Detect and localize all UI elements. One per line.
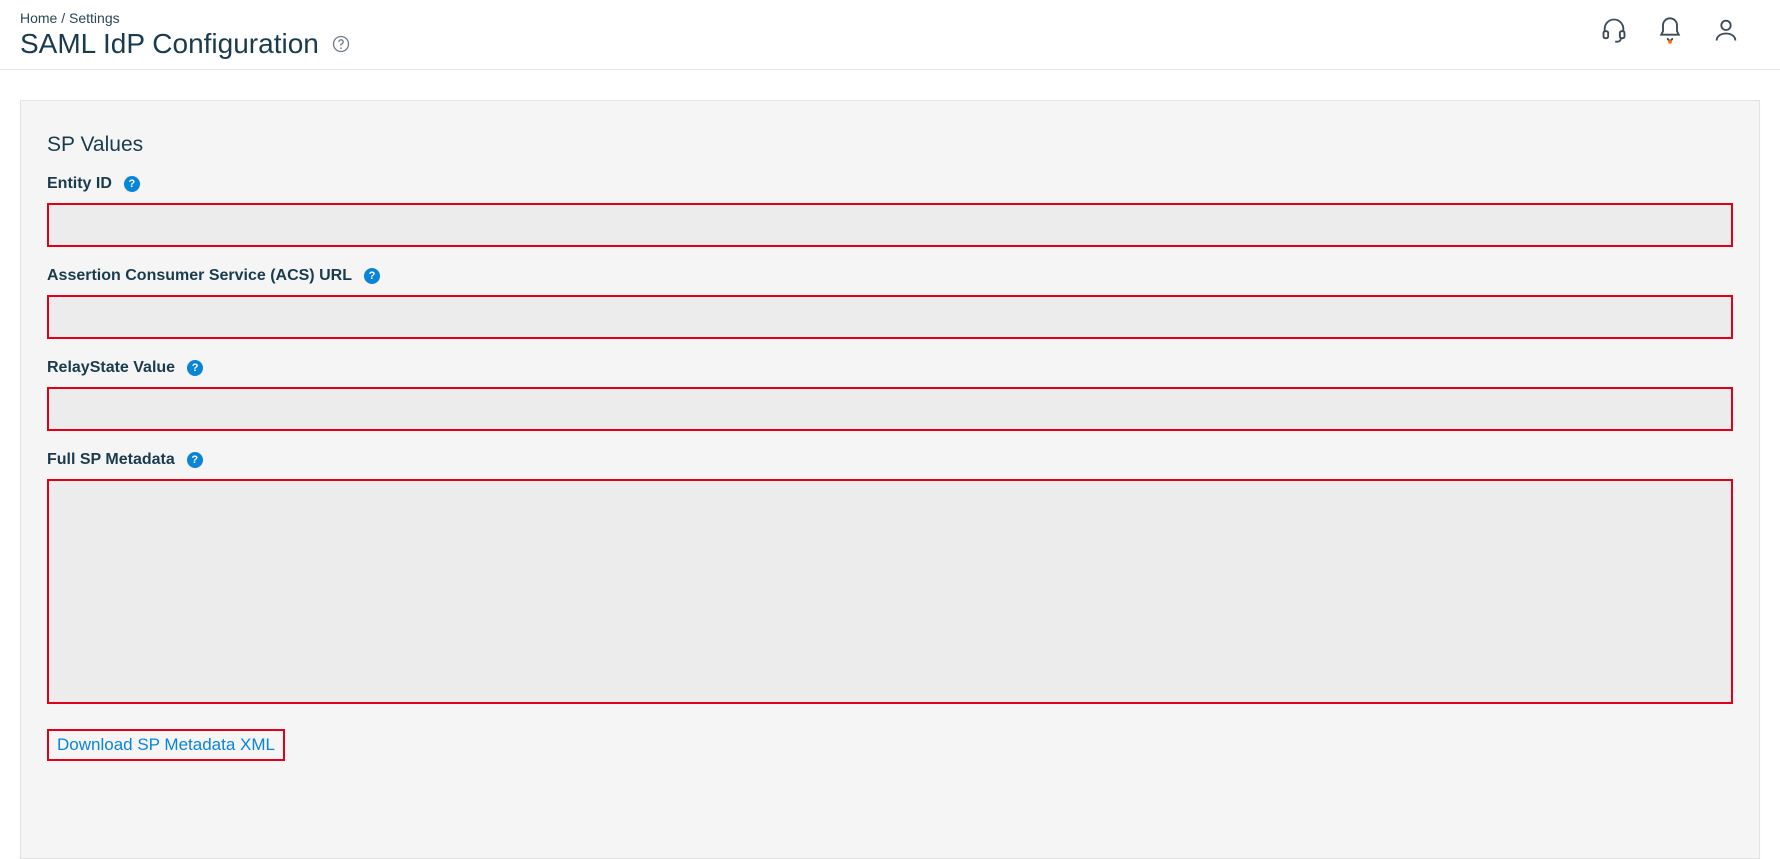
full-metadata-field: Full SP Metadata ? [47, 451, 1733, 709]
breadcrumb-sep: / [61, 10, 69, 26]
headset-icon[interactable] [1600, 16, 1628, 49]
page-title: SAML IdP Configuration [20, 28, 319, 60]
breadcrumb: Home / Settings [20, 10, 1600, 26]
full-metadata-label: Full SP Metadata [47, 451, 175, 469]
question-mark-icon[interactable]: ? [187, 360, 203, 376]
question-mark-icon[interactable]: ? [124, 176, 140, 192]
relaystate-field: RelayState Value ? [47, 359, 1733, 431]
question-mark-icon[interactable]: ? [364, 268, 380, 284]
question-mark-icon[interactable]: ? [187, 452, 203, 468]
entity-id-label: Entity ID [47, 175, 112, 193]
sp-values-panel: SP Values Entity ID ? Assertion Consumer… [20, 100, 1760, 859]
relaystate-label: RelayState Value [47, 359, 175, 377]
top-bar: Home / Settings SAML IdP Configuration [0, 0, 1780, 70]
acs-url-field: Assertion Consumer Service (ACS) URL ? [47, 267, 1733, 339]
bell-icon[interactable] [1656, 16, 1684, 49]
breadcrumb-settings[interactable]: Settings [69, 10, 120, 26]
section-title: SP Values [47, 133, 1759, 157]
user-icon[interactable] [1712, 16, 1740, 49]
acs-url-input[interactable] [47, 295, 1733, 339]
help-circle-icon[interactable] [331, 34, 351, 54]
full-metadata-textarea[interactable] [47, 479, 1733, 704]
relaystate-input[interactable] [47, 387, 1733, 431]
download-sp-metadata-link[interactable]: Download SP Metadata XML [47, 729, 285, 761]
breadcrumb-home[interactable]: Home [20, 10, 57, 26]
entity-id-field: Entity ID ? [47, 175, 1733, 247]
entity-id-input[interactable] [47, 203, 1733, 247]
acs-url-label: Assertion Consumer Service (ACS) URL [47, 267, 352, 285]
